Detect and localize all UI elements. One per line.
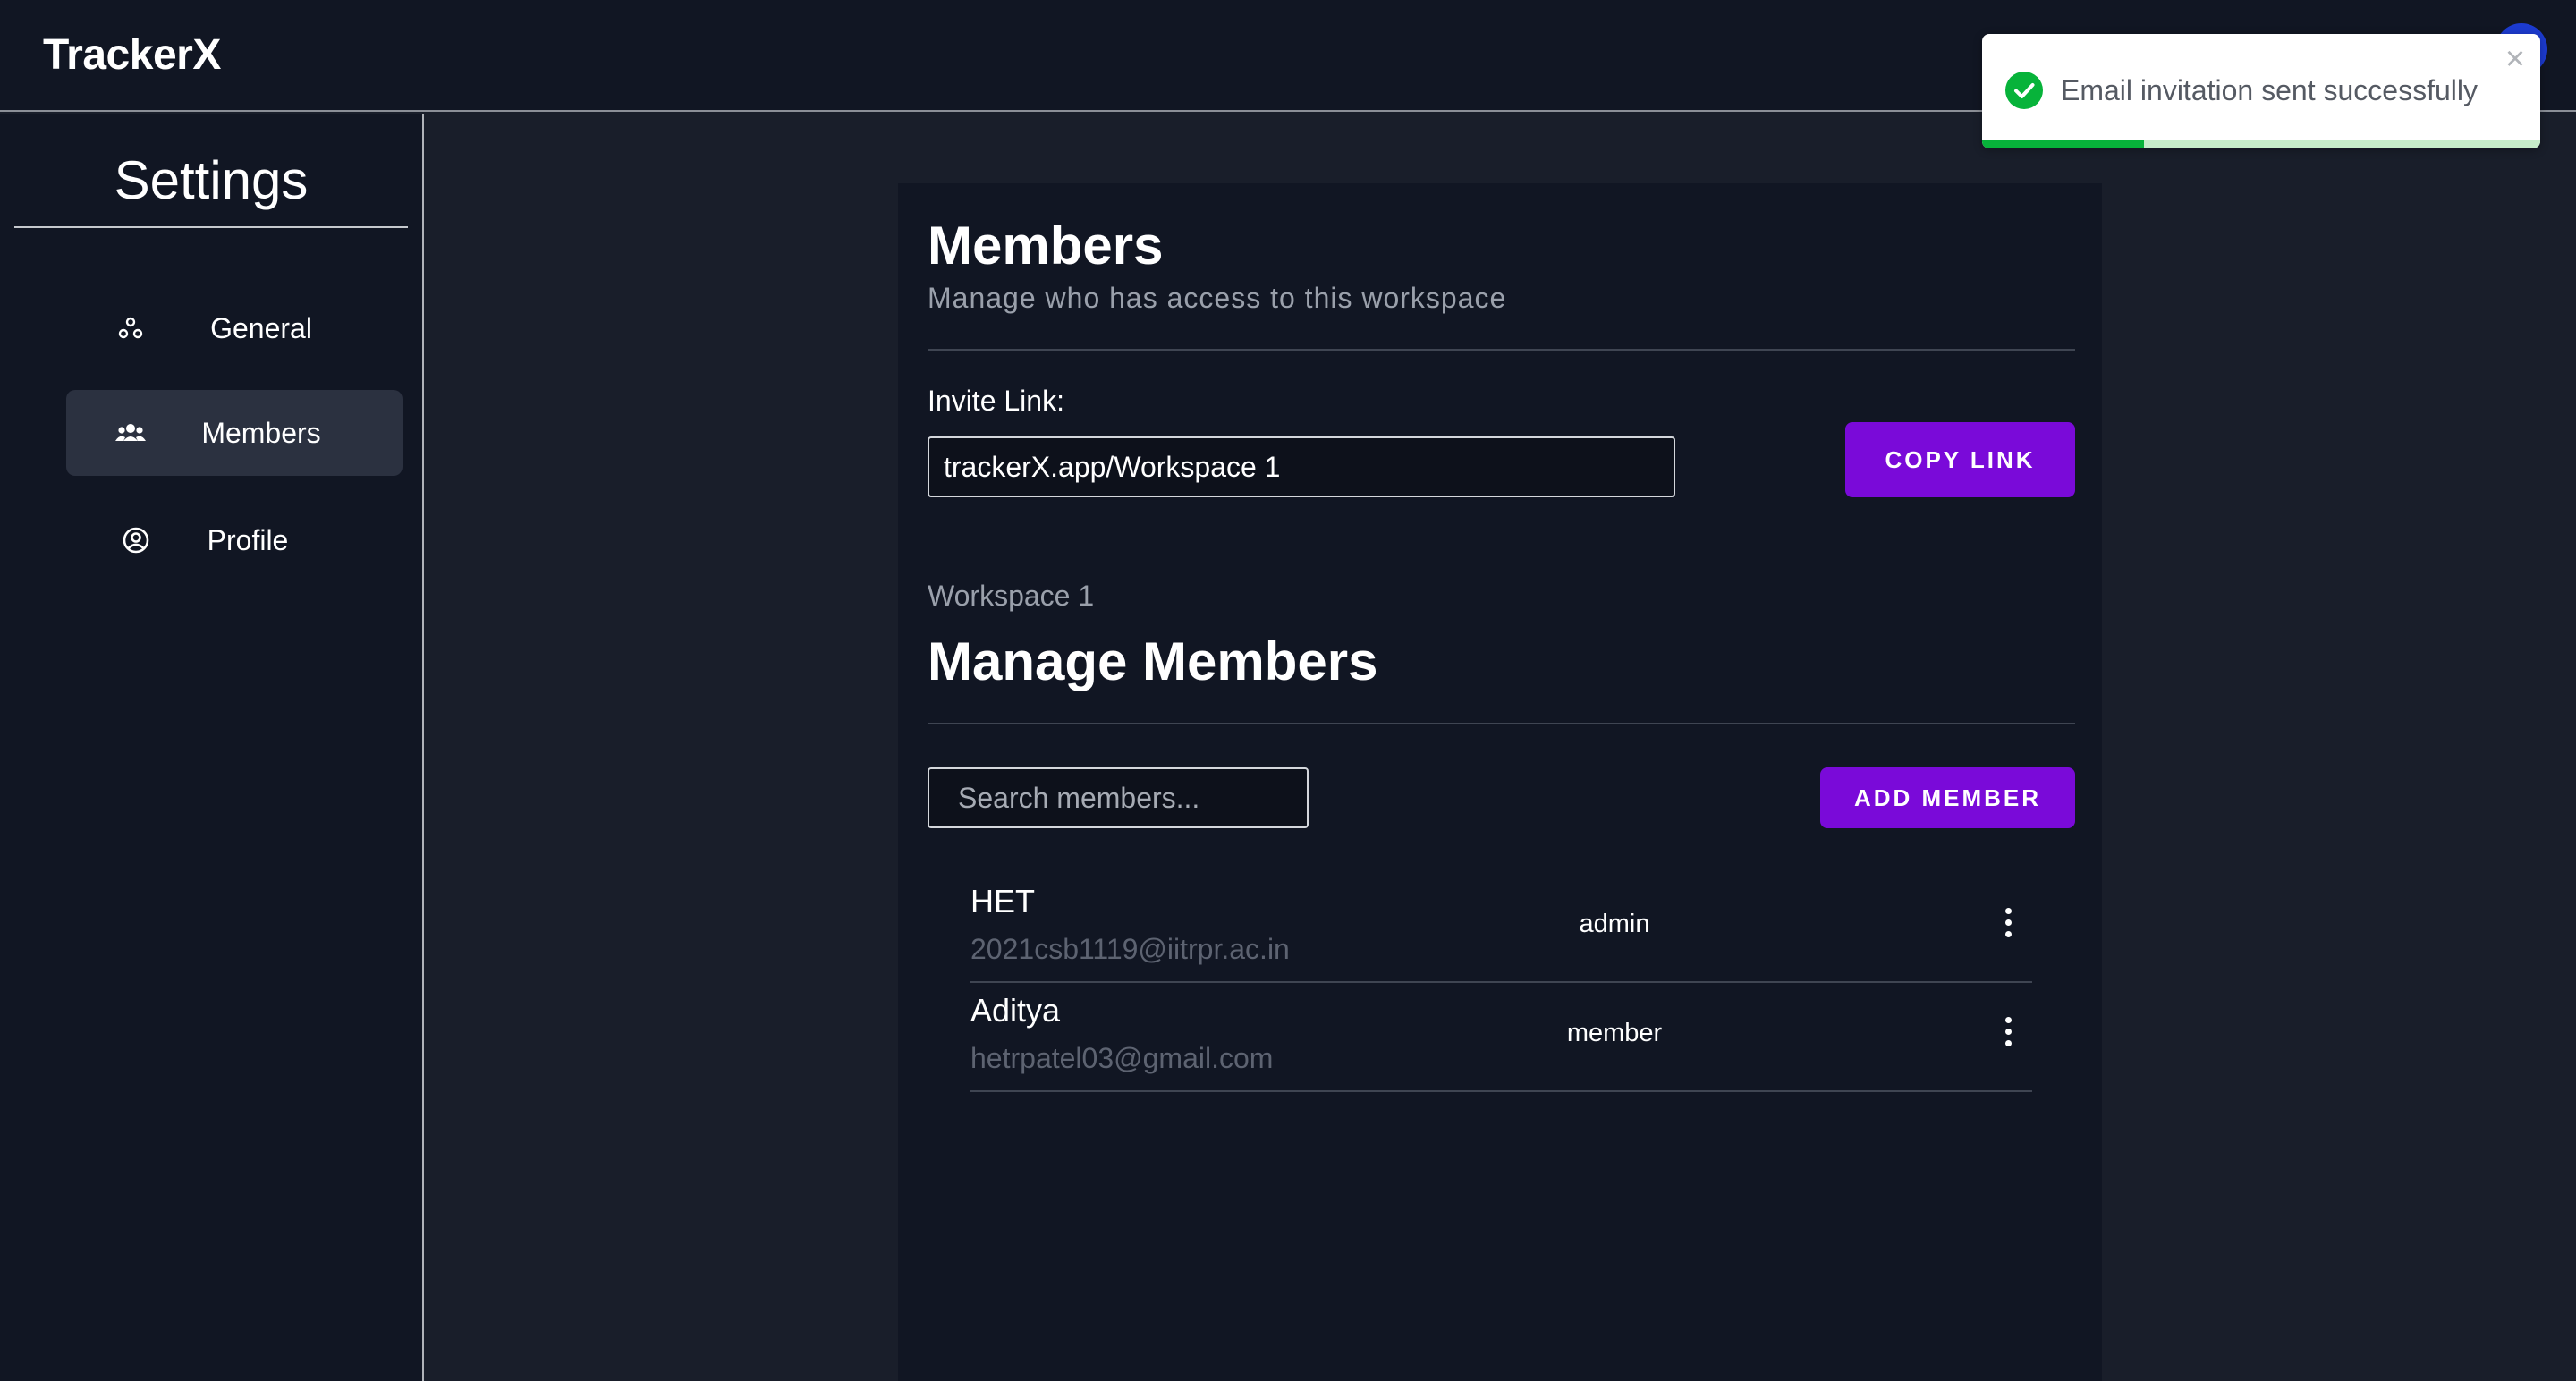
check-circle-icon	[2005, 72, 2043, 109]
toast-progress-bar	[1982, 140, 2144, 148]
sidebar-item-label: Profile	[207, 524, 289, 556]
invite-link-label: Invite Link:	[928, 385, 1064, 417]
close-icon[interactable]: ×	[2499, 42, 2531, 76]
sidebar-item-label: General	[210, 312, 312, 344]
member-role: member	[1566, 1019, 1663, 1047]
section-title: Manage Members	[928, 631, 1378, 691]
search-input[interactable]	[928, 767, 1309, 828]
sidebar-title: Settings	[14, 133, 408, 228]
table-row: HET 2021csb1119@iitrpr.ac.in admin	[970, 874, 2032, 983]
members-card: Members Manage who has access to this wo…	[898, 183, 2102, 1381]
toast-message: Email invitation sent successfully	[2061, 74, 2478, 106]
more-vertical-icon[interactable]	[1996, 1015, 2021, 1051]
divider	[928, 349, 2075, 351]
page-subtitle: Manage who has access to this workspace	[928, 282, 1507, 314]
sidebar-item-general[interactable]: General	[66, 285, 402, 371]
sidebar-item-profile[interactable]: Profile	[66, 497, 402, 583]
add-member-button[interactable]: ADD MEMBER	[1820, 767, 2075, 828]
divider	[928, 723, 2075, 724]
member-role: admin	[1579, 910, 1650, 938]
page-title: Members	[928, 216, 1164, 275]
app-logo[interactable]: TrackerX	[43, 30, 221, 80]
table-row: Aditya hetrpatel03@gmail.com member	[970, 983, 2032, 1092]
settings-sidebar: Settings General Members Profile	[0, 114, 424, 1381]
sidebar-item-label: Members	[201, 417, 321, 449]
workspace-name: Workspace 1	[928, 580, 1095, 612]
invite-link-field[interactable]: trackerX.app/Workspace 1	[928, 436, 1675, 497]
member-name: Aditya	[970, 992, 1061, 1029]
member-name: HET	[970, 883, 1035, 919]
copy-link-button[interactable]: COPY LINK	[1845, 422, 2075, 497]
success-toast: Email invitation sent successfully ×	[1982, 34, 2540, 148]
sidebar-item-members[interactable]: Members	[66, 390, 402, 476]
more-vertical-icon[interactable]	[1996, 906, 2021, 942]
member-email: hetrpatel03@gmail.com	[970, 1042, 1274, 1074]
member-email: 2021csb1119@iitrpr.ac.in	[970, 933, 1290, 965]
